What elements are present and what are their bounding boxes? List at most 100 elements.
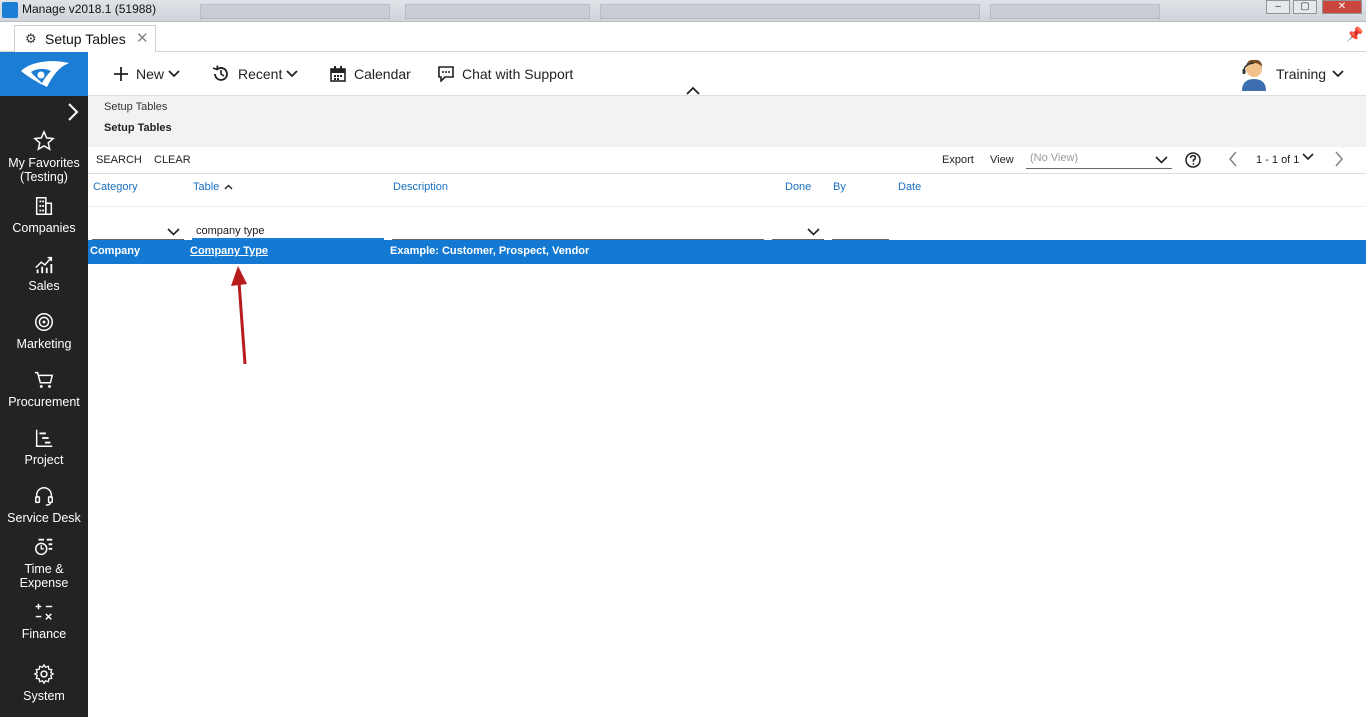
chat-icon xyxy=(438,66,454,82)
cell-category: Company xyxy=(90,245,141,257)
calendar-button[interactable]: Calendar xyxy=(330,64,411,84)
sidebar-item-marketing[interactable]: Marketing xyxy=(0,311,88,351)
sidebar-item-time-expense[interactable]: Time & Expense xyxy=(0,536,88,590)
plus-icon xyxy=(114,67,128,81)
tab-setup-tables[interactable]: ⚙ Setup Tables ✕ xyxy=(14,25,156,52)
calendar-label: Calendar xyxy=(354,66,411,82)
history-icon xyxy=(212,65,228,81)
sidebar-item-sales[interactable]: Sales xyxy=(0,253,88,293)
previous-page-chevron-left-icon[interactable] xyxy=(1228,151,1238,167)
filter-row: company type xyxy=(88,206,1366,240)
company-type-link[interactable]: Company Type xyxy=(190,245,268,257)
pin-icon[interactable]: 📌 xyxy=(1346,26,1363,43)
brand-logo[interactable] xyxy=(0,52,88,96)
target-icon xyxy=(35,313,53,331)
minimize-button[interactable]: ‒ xyxy=(1266,0,1290,14)
sidebar-item-label: System xyxy=(23,689,65,703)
column-header-table[interactable]: Table xyxy=(193,181,233,193)
search-button[interactable]: SEARCH xyxy=(96,154,142,166)
window-title: Manage v2018.1 (51988) xyxy=(22,2,157,16)
recent-label: Recent xyxy=(238,66,283,82)
avatar xyxy=(1242,59,1266,91)
recent-button[interactable]: Recent xyxy=(212,64,298,84)
pager-chevron-down-icon[interactable] xyxy=(1302,153,1314,161)
top-toolbar: New Recent Calendar Chat with Support Tr… xyxy=(88,52,1366,96)
column-header-done[interactable]: Done xyxy=(785,181,811,193)
sidebar: My Favorites (Testing) Companies Sales M… xyxy=(0,52,88,717)
export-button[interactable]: Export xyxy=(942,154,974,166)
chevron-down-icon xyxy=(807,228,820,236)
column-header-date[interactable]: Date xyxy=(898,181,921,193)
sidebar-item-label: Service Desk xyxy=(7,511,81,525)
sidebar-item-label: Time & Expense xyxy=(19,562,69,590)
background-window-tab[interactable] xyxy=(405,4,590,19)
cell-description: Example: Customer, Prospect, Vendor xyxy=(390,245,590,257)
column-header-label: Table xyxy=(193,181,220,193)
tab-label: Setup Tables xyxy=(45,31,126,47)
chat-with-support-button[interactable]: Chat with Support xyxy=(438,64,573,84)
category-filter-select[interactable] xyxy=(92,223,184,240)
help-icon[interactable] xyxy=(1185,152,1201,168)
view-select[interactable]: (No View) xyxy=(1026,152,1172,169)
gantt-icon xyxy=(35,429,53,447)
gear-icon xyxy=(33,663,55,685)
new-label: New xyxy=(136,66,165,82)
chat-label: Chat with Support xyxy=(462,66,574,82)
timer-icon xyxy=(35,538,53,556)
window-titlebar: Manage v2018.1 (51988) ‒ ▢ ✕ xyxy=(0,0,1366,22)
star-icon xyxy=(33,130,55,151)
background-window-tab[interactable] xyxy=(200,4,390,19)
headset-icon xyxy=(35,487,53,506)
app-logo-icon xyxy=(2,2,18,18)
close-tab-icon[interactable]: ✕ xyxy=(136,29,149,47)
done-filter-select[interactable] xyxy=(772,223,824,240)
expand-sidebar-chevron-icon[interactable] xyxy=(66,102,80,128)
logo-icon xyxy=(21,61,69,87)
background-window-tab[interactable] xyxy=(600,4,980,19)
sidebar-item-label: Finance xyxy=(21,627,67,641)
next-page-chevron-right-icon[interactable] xyxy=(1334,151,1344,167)
maximize-button[interactable]: ▢ xyxy=(1293,0,1317,14)
annotation-arrow-icon xyxy=(231,266,247,365)
close-window-button[interactable]: ✕ xyxy=(1322,0,1362,14)
breadcrumb-parent[interactable]: Setup Tables xyxy=(104,101,167,113)
sidebar-item-project[interactable]: Project xyxy=(0,427,88,467)
sidebar-item-companies[interactable]: Companies xyxy=(0,195,88,235)
chart-icon xyxy=(35,256,53,274)
table-filter-input[interactable]: company type xyxy=(192,223,384,240)
description-filter-input[interactable] xyxy=(392,223,764,240)
user-menu[interactable]: Training xyxy=(1240,56,1344,92)
action-bar: SEARCH CLEAR Export View (No View) 1 - 1… xyxy=(88,147,1366,174)
sidebar-item-label: Project xyxy=(24,453,64,467)
sidebar-item-my-favorites[interactable]: My Favorites (Testing) xyxy=(0,130,88,184)
sidebar-item-system[interactable]: System xyxy=(0,663,88,703)
column-header-by[interactable]: By xyxy=(833,181,846,193)
sort-ascending-icon xyxy=(224,184,233,190)
table-row[interactable]: Company Company Type Example: Customer, … xyxy=(88,240,1366,264)
sidebar-item-label: Marketing xyxy=(16,337,72,351)
breadcrumb: Setup Tables Setup Tables xyxy=(88,96,1366,147)
background-window-tab[interactable] xyxy=(990,4,1160,19)
chevron-down-icon xyxy=(1155,156,1168,164)
calendar-icon xyxy=(330,66,346,82)
sidebar-item-label: Sales xyxy=(28,279,60,293)
chevron-down-icon xyxy=(167,228,180,236)
column-header-description[interactable]: Description xyxy=(393,181,448,193)
chevron-down-icon xyxy=(1332,70,1344,78)
view-label: View xyxy=(990,154,1014,166)
sidebar-item-label: Companies xyxy=(12,221,76,235)
sidebar-item-service-desk[interactable]: Service Desk xyxy=(0,485,88,525)
sidebar-item-procurement[interactable]: Procurement xyxy=(0,369,88,409)
cart-icon xyxy=(34,371,54,388)
main-content: Setup Tables Setup Tables SEARCH CLEAR E… xyxy=(88,96,1366,717)
sidebar-item-finance[interactable]: Finance xyxy=(0,601,88,641)
new-button[interactable]: New xyxy=(114,64,180,84)
user-name: Training xyxy=(1276,66,1327,82)
chevron-down-icon xyxy=(168,70,180,78)
column-header-category[interactable]: Category xyxy=(93,181,138,193)
by-filter-input[interactable] xyxy=(832,223,889,240)
clear-button[interactable]: CLEAR xyxy=(154,154,191,166)
chevron-down-icon xyxy=(286,70,298,78)
sidebar-item-label: My Favorites (Testing) xyxy=(8,156,80,184)
view-select-value: (No View) xyxy=(1030,152,1079,164)
